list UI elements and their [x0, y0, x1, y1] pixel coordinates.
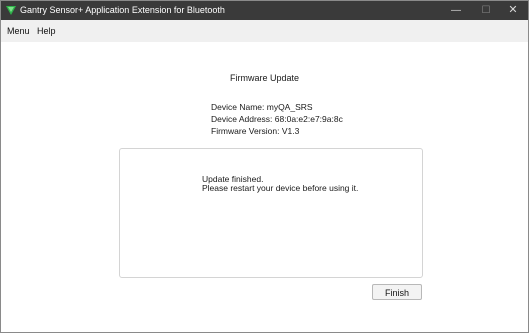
firmware-version-text: Firmware Version: V1.3: [211, 126, 300, 136]
page-title: Firmware Update: [229, 73, 300, 83]
minimize-button[interactable]: —: [441, 1, 471, 20]
menu-bar: Menu Help: [1, 20, 528, 42]
maximize-button[interactable]: ☐: [471, 1, 501, 20]
status-message-panel: Update finished. Please restart your dev…: [119, 148, 423, 278]
finish-button[interactable]: Finish: [372, 284, 422, 300]
app-window: Gantry Sensor+ Application Extension for…: [0, 0, 529, 333]
app-logo-icon: [6, 6, 16, 15]
title-bar: Gantry Sensor+ Application Extension for…: [1, 1, 528, 20]
menu-item-menu[interactable]: Menu: [7, 26, 30, 36]
device-name-text: Device Name: myQA_SRS: [211, 102, 313, 112]
status-message-line-2: Please restart your device before using …: [202, 183, 359, 193]
main-content: Firmware Update Device Name: myQA_SRS De…: [1, 42, 528, 332]
device-address-text: Device Address: 68:0a:e2:e7:9a:8c: [211, 114, 343, 124]
window-title: Gantry Sensor+ Application Extension for…: [20, 5, 225, 15]
menu-item-help[interactable]: Help: [37, 26, 56, 36]
close-button[interactable]: ✕: [498, 1, 528, 20]
